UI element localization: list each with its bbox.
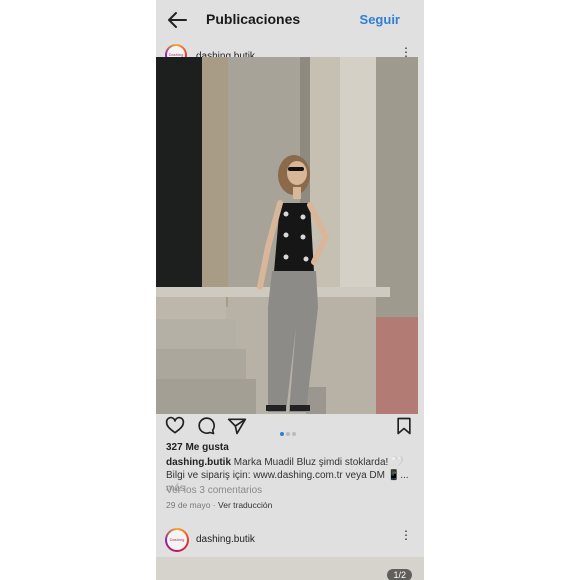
carousel-dot	[292, 432, 296, 436]
header-bar: Publicaciones Seguir	[156, 0, 424, 40]
carousel-indicator	[280, 423, 298, 441]
carousel-dot	[280, 432, 284, 436]
more-icon[interactable]: ⋮	[400, 46, 412, 58]
share-icon[interactable]	[227, 416, 247, 436]
more-icon[interactable]: ⋮	[400, 529, 412, 541]
post-meta: 29 de mayo · Ver traducción	[166, 500, 272, 510]
caption-username[interactable]: dashing.butik	[166, 457, 231, 468]
heart-icon[interactable]	[165, 416, 185, 436]
likes-count[interactable]: 327 Me gusta	[166, 442, 229, 453]
next-post-image[interactable]: 1/2	[156, 557, 424, 580]
post-date: 29 de mayo	[166, 500, 211, 510]
view-comments-link[interactable]: Ver los 3 comentarios	[166, 485, 262, 496]
follow-button[interactable]: Seguir	[360, 12, 400, 27]
avatar-logo-text: Dashing	[167, 530, 187, 550]
see-translation-link[interactable]: Ver traducción	[218, 500, 272, 510]
carousel-dot	[286, 432, 290, 436]
bookmark-icon[interactable]	[394, 416, 414, 436]
phone-screen: Publicaciones Seguir Dashing dashing.but…	[156, 0, 424, 580]
avatar[interactable]: Dashing	[165, 528, 189, 552]
photo-illustration	[156, 57, 418, 414]
carousel-counter: 1/2	[387, 569, 412, 580]
post-actions	[156, 414, 424, 440]
post-image[interactable]	[156, 57, 418, 414]
page-title: Publicaciones	[206, 11, 301, 27]
meta-separator: ·	[212, 500, 216, 510]
back-arrow-icon[interactable]	[166, 10, 188, 30]
next-post-username[interactable]: dashing.butik	[196, 534, 255, 545]
comment-icon[interactable]	[196, 416, 216, 436]
